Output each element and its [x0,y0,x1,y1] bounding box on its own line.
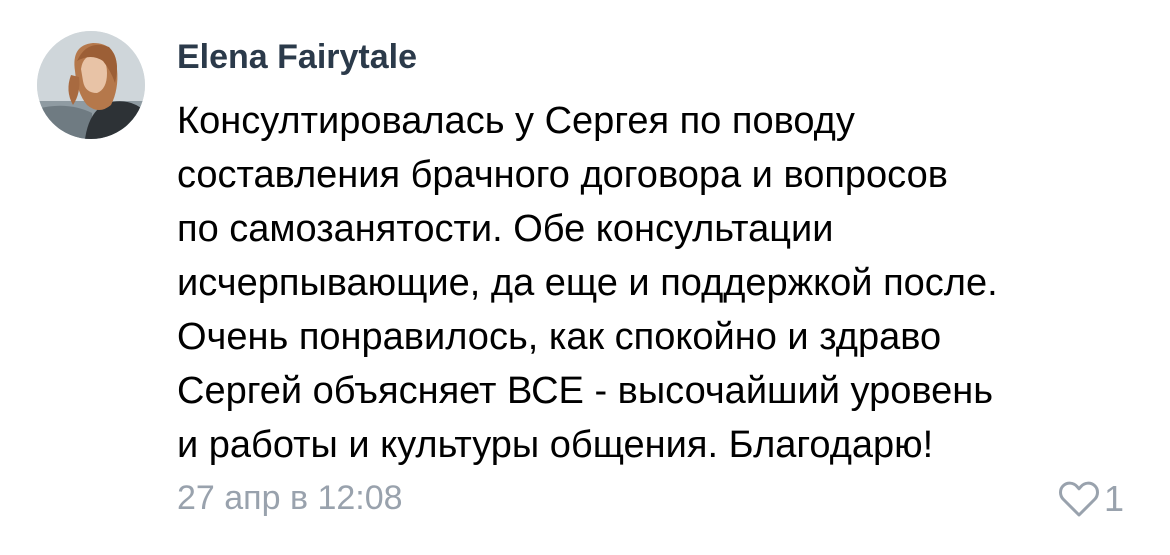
comment-text-line: по самозанятости. Обе консультации [177,208,834,250]
comment-timestamp[interactable]: 27 апр в 12:08 [177,479,403,518]
author-name[interactable]: Elena Fairytale [177,38,417,77]
comment-text-line: составления брачного договора и вопросов [177,154,948,196]
like-button[interactable]: 1 [1058,477,1124,521]
comment-text: Консултировалась у Сергея по поводу сост… [177,94,1147,472]
avatar-photo [37,31,145,139]
comment-text-line: исчерпывающие, да еще и поддержкой после… [177,262,998,304]
comment-text-line: Сергей объясняет ВСЕ - высочайший уровен… [177,370,994,412]
heart-icon [1059,481,1099,517]
like-count: 1 [1104,478,1125,519]
avatar[interactable] [37,31,145,139]
comment-text-line: и работы и культуры общения. Благодарю! [177,424,934,466]
comment-text-line: Консултировалась у Сергея по поводу [177,100,855,142]
comment: Elena Fairytale Консултировалась у Серге… [0,0,1170,555]
comment-text-line: Очень понравилось, как спокойно и здраво [177,316,942,358]
